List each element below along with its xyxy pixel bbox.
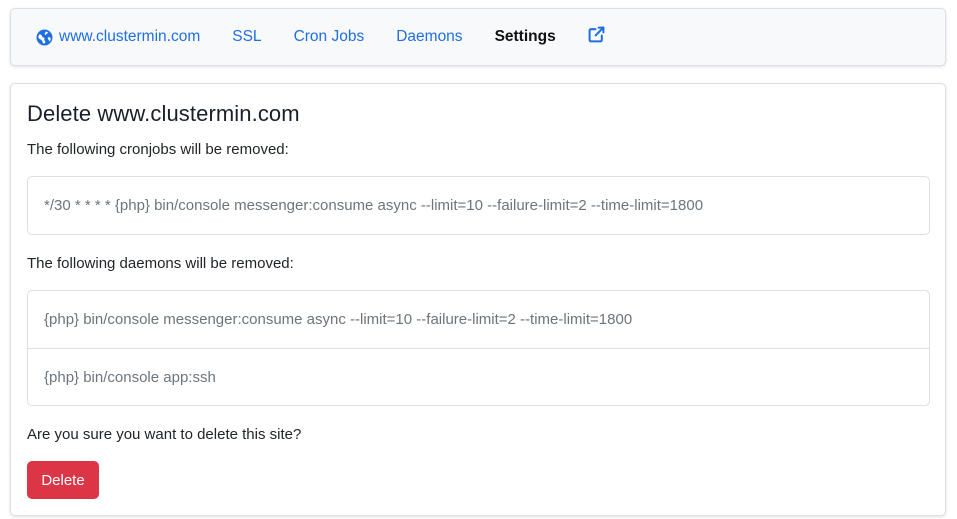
nav-daemons-link[interactable]: Daemons xyxy=(396,28,462,46)
cronjobs-list: */30 * * * * {php} bin/console messenger… xyxy=(27,176,930,235)
nav-cron-jobs-link[interactable]: Cron Jobs xyxy=(294,28,365,46)
globe-icon xyxy=(36,29,53,46)
daemons-intro: The following daemons will be removed: xyxy=(27,255,294,272)
page-title: Delete www.clustermin.com xyxy=(27,101,300,126)
daemons-list: {php} bin/console messenger:consume asyn… xyxy=(27,290,930,406)
list-item: */30 * * * * {php} bin/console messenger… xyxy=(44,197,704,214)
site-navbar: www.clustermin.com SSL Cron Jobs Daemons… xyxy=(10,8,946,66)
nav-ssl-link[interactable]: SSL xyxy=(232,28,261,46)
cronjobs-intro: The following cronjobs will be removed: xyxy=(27,141,289,158)
delete-site-card: Delete www.clustermin.com The following … xyxy=(10,83,946,516)
external-link-button[interactable] xyxy=(588,26,605,48)
external-link-icon xyxy=(588,26,605,48)
nav-settings-link[interactable]: Settings xyxy=(495,28,556,46)
nav-site-link[interactable]: www.clustermin.com xyxy=(36,28,200,46)
list-item: {php} bin/console app:ssh xyxy=(28,348,929,405)
confirm-question: Are you sure you want to delete this sit… xyxy=(27,426,302,443)
delete-button[interactable]: Delete xyxy=(27,461,99,499)
list-item: {php} bin/console messenger:consume asyn… xyxy=(44,311,633,328)
nav-site-label: www.clustermin.com xyxy=(59,28,201,45)
